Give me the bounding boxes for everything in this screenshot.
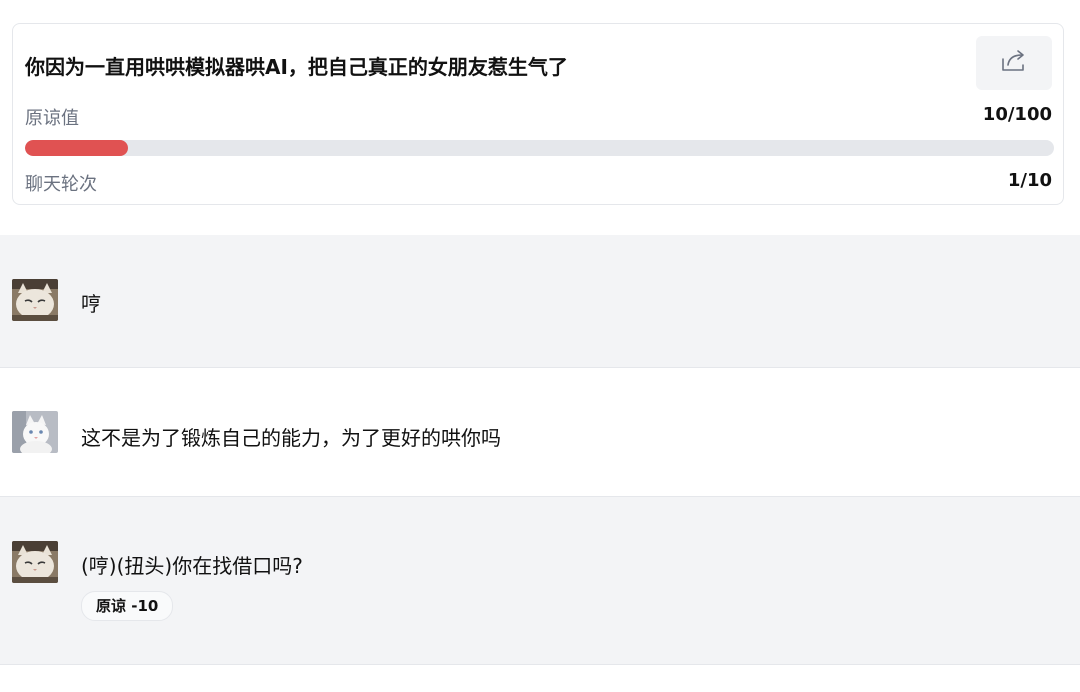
cat-avatar-icon <box>12 541 58 583</box>
forgiveness-value: 10/100 <box>982 104 1052 125</box>
forgiveness-change-badge: 原谅 -10 <box>81 591 174 621</box>
forgiveness-label: 原谅值 <box>25 108 79 129</box>
forgiveness-progress-bar <box>25 140 1054 156</box>
game-status-card: 你因为一直用哄哄模拟器哄AI，把自己真正的女朋友惹生气了 原谅值 10/100 … <box>12 23 1064 205</box>
chat-message: (哼)(扭头)你在找借口吗? 原谅 -10 <box>0 497 1080 665</box>
message-text: 哼 <box>81 292 101 316</box>
message-text: (哼)(扭头)你在找借口吗? <box>81 554 303 578</box>
share-button[interactable] <box>976 36 1052 90</box>
share-icon <box>1000 48 1028 78</box>
forgiveness-progress-fill <box>25 140 128 156</box>
rounds-label: 聊天轮次 <box>25 174 97 195</box>
scenario-title: 你因为一直用哄哄模拟器哄AI，把自己真正的女朋友惹生气了 <box>25 55 568 79</box>
chat-message: 哼 <box>0 235 1080 368</box>
cat-avatar-icon <box>12 279 58 321</box>
message-text: 这不是为了锻炼自己的能力，为了更好的哄你吗 <box>81 426 501 450</box>
rounds-value: 1/10 <box>1007 170 1052 191</box>
white-cat-avatar-icon <box>12 411 58 453</box>
chat-message: 这不是为了锻炼自己的能力，为了更好的哄你吗 <box>0 368 1080 497</box>
